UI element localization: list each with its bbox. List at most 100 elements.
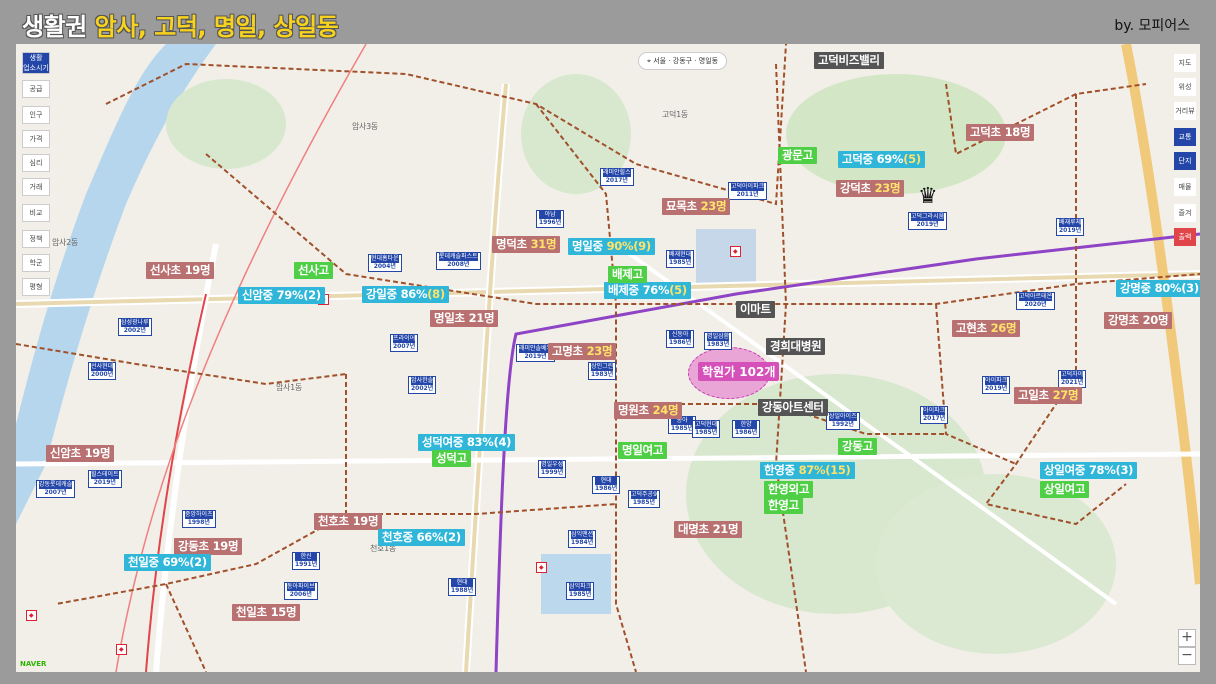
apartment-marker[interactable]: 강동롯데캐슬 2007년 bbox=[36, 480, 76, 498]
elementary-school-label: 천일초 15명 bbox=[232, 604, 301, 621]
right-control-button[interactable]: 거리뷰 bbox=[1174, 102, 1196, 120]
location-breadcrumb[interactable]: ⌖ 서울 · 강동구 · 명일동 bbox=[638, 52, 728, 70]
apartment-marker[interactable]: 배재현대 1985년 bbox=[666, 250, 695, 268]
district-label: 고덕1동 bbox=[662, 110, 688, 119]
middle-school-label: 배제중 76%(5) bbox=[604, 282, 691, 299]
apartment-marker[interactable]: 고덕자이 2021년 bbox=[1058, 370, 1087, 388]
zoom-out-button[interactable]: − bbox=[1178, 647, 1196, 665]
district-label: 암사3동 bbox=[352, 122, 378, 131]
landmark-label: 고덕비즈밸리 bbox=[814, 52, 884, 69]
map-notice: ◆ bbox=[26, 610, 37, 621]
elementary-school-label: 강동초 19명 bbox=[174, 538, 243, 555]
apartment-marker[interactable]: 상인그린 1983년 bbox=[588, 362, 617, 380]
left-control-button[interactable]: 가격 bbox=[22, 130, 50, 148]
apartment-marker[interactable]: 삼익맨션 1984년 bbox=[568, 530, 597, 548]
high-school-label: 광문고 bbox=[778, 147, 817, 164]
right-control-button[interactable]: 위성 bbox=[1174, 78, 1196, 96]
elementary-school-label: 선사초 19명 bbox=[146, 262, 215, 279]
left-control-button[interactable]: 공급 bbox=[22, 80, 50, 98]
apartment-marker[interactable]: 롯데캐슬퍼스트 2008년 bbox=[436, 252, 481, 270]
left-control-button[interactable]: 거래 bbox=[22, 178, 50, 196]
middle-school-label: 고덕중 69%(5) bbox=[838, 151, 925, 168]
apartment-marker[interactable]: 선사현대 2000년 bbox=[88, 362, 117, 380]
elementary-school-label: 고일초 27명 bbox=[1014, 387, 1083, 404]
apartment-marker[interactable]: 명일삼환 1983년 bbox=[704, 332, 733, 350]
apartment-marker[interactable]: 삼성광나루 2002년 bbox=[118, 318, 152, 336]
right-control-button[interactable]: 단지 bbox=[1174, 152, 1196, 170]
zoom-in-button[interactable]: + bbox=[1178, 629, 1196, 647]
map-view[interactable]: 학원가 102개 암사3동 암사2동 고덕1동 천호1동 암사1동 현대홈타운 2… bbox=[16, 44, 1200, 672]
map-notice: ◆ bbox=[116, 644, 127, 655]
right-control-button[interactable]: 지도 bbox=[1174, 54, 1196, 72]
elementary-school-label: 묘목초 23명 bbox=[662, 198, 731, 215]
apartment-marker[interactable]: 프라이어 2007년 bbox=[390, 334, 419, 352]
middle-school-label: 강명중 80%(3) bbox=[1116, 280, 1200, 297]
elementary-school-label: 천호초 19명 bbox=[314, 513, 383, 530]
elementary-school-label: 대명초 21명 bbox=[674, 521, 743, 538]
left-control-button[interactable]: 생활 업소시기 bbox=[22, 52, 50, 74]
header: 생활권 암사, 고덕, 명일, 상일동 by. 모피어스 bbox=[0, 0, 1216, 44]
apartment-marker[interactable]: 현대 1986년 bbox=[592, 476, 621, 494]
high-school-label: 명일여고 bbox=[618, 442, 668, 459]
elementary-school-label: 고덕초 18명 bbox=[966, 124, 1035, 141]
landmark-label: 이마트 bbox=[736, 301, 775, 318]
page-title: 생활권 암사, 고덕, 명일, 상일동 bbox=[22, 13, 339, 41]
high-school-label: 배제고 bbox=[608, 266, 647, 283]
apartment-marker[interactable]: 고덕현대 1985년 bbox=[692, 420, 721, 438]
apartment-marker[interactable]: 아남 1996년 bbox=[536, 210, 565, 228]
apartment-marker[interactable]: 상일아이즈 1992년 bbox=[826, 412, 860, 430]
apartment-marker[interactable]: 현대 1988년 bbox=[448, 578, 477, 596]
apartment-marker[interactable]: 한신 1991년 bbox=[292, 552, 321, 570]
apartment-marker[interactable]: 고덕아르테온 2020년 bbox=[1016, 292, 1056, 310]
district-label: 암사2동 bbox=[52, 238, 78, 247]
high-school-label: 한영고 bbox=[764, 497, 803, 514]
apartment-marker[interactable]: 중앙하이츠 1998년 bbox=[182, 510, 216, 528]
apartment-marker[interactable]: 명일우성 1999년 bbox=[538, 460, 567, 478]
apartment-marker[interactable]: 아이파크 2017년 bbox=[920, 406, 949, 424]
elementary-school-label: 고명초 23명 bbox=[548, 343, 617, 360]
landmark-label: 강동아트센터 bbox=[758, 399, 828, 416]
apartment-marker[interactable]: 래미안힐스 2017년 bbox=[600, 168, 634, 186]
elementary-school-label: 고현초 26명 bbox=[952, 320, 1021, 337]
apartment-marker[interactable]: 암사한솔 2002년 bbox=[408, 376, 437, 394]
high-school-label: 한영외고 bbox=[764, 481, 814, 498]
left-control-button[interactable]: 학군 bbox=[22, 254, 50, 272]
apartment-marker[interactable]: 동아파이브 2006년 bbox=[284, 582, 318, 600]
middle-school-label: 한영중 87%(15) bbox=[760, 462, 855, 479]
right-control-button[interactable]: 출력 bbox=[1174, 228, 1196, 246]
landmark-label: 경희대병원 bbox=[766, 338, 826, 355]
district-label: 암사1동 bbox=[276, 383, 302, 392]
left-control-button[interactable]: 인구 bbox=[22, 106, 50, 124]
map-notice: ◆ bbox=[536, 562, 547, 573]
apartment-marker[interactable]: 현대홈타운 2004년 bbox=[368, 254, 402, 272]
apartment-marker[interactable]: 신동아 1986년 bbox=[666, 330, 695, 348]
left-control-button[interactable]: 정책 bbox=[22, 230, 50, 248]
high-school-label: 선사고 bbox=[294, 262, 333, 279]
title-highlight: 암사, 고덕, 명일, 상일동 bbox=[94, 13, 339, 41]
right-control-button[interactable]: 매물 bbox=[1174, 178, 1196, 196]
map-notice: ◆ bbox=[730, 246, 741, 257]
elementary-school-label: 신암초 19명 bbox=[46, 445, 115, 462]
apartment-marker[interactable]: 삼익파크 1985년 bbox=[566, 582, 595, 600]
middle-school-label: 명일중 90%(9) bbox=[568, 238, 655, 255]
right-control-button[interactable]: 교통 bbox=[1174, 128, 1196, 146]
middle-school-label: 강일중 86%(8) bbox=[362, 286, 449, 303]
apartment-marker[interactable]: 고덕아이파크 2011년 bbox=[728, 182, 768, 200]
apartment-marker[interactable]: 힐스테이트 2019년 bbox=[88, 470, 122, 488]
left-control-button[interactable]: 비교 bbox=[22, 204, 50, 222]
apartment-marker[interactable]: 한양 1986년 bbox=[732, 420, 761, 438]
apartment-marker[interactable]: 아이파크 2019년 bbox=[982, 376, 1011, 394]
middle-school-label: 천일중 69%(2) bbox=[124, 554, 211, 571]
elementary-school-label: 강덕초 23명 bbox=[836, 180, 905, 197]
apartment-marker[interactable]: 고덕그라시움 2019년 bbox=[908, 212, 948, 230]
right-control-button[interactable]: 즐겨 bbox=[1174, 204, 1196, 222]
middle-school-label: 천호중 66%(2) bbox=[378, 529, 465, 546]
left-control-button[interactable]: 평형 bbox=[22, 278, 50, 296]
left-control-button[interactable]: 심리 bbox=[22, 154, 50, 172]
apartment-marker[interactable]: 배재루체 2019년 bbox=[1056, 218, 1085, 236]
apartment-marker[interactable]: 고덕주공9 1985년 bbox=[628, 490, 660, 508]
target-icon: ⌖ bbox=[647, 57, 651, 65]
middle-school-label: 성덕여중 83%(4) bbox=[418, 434, 516, 451]
high-school-label: 성덕고 bbox=[432, 450, 471, 467]
elementary-school-label: 명덕초 31명 bbox=[492, 236, 561, 253]
